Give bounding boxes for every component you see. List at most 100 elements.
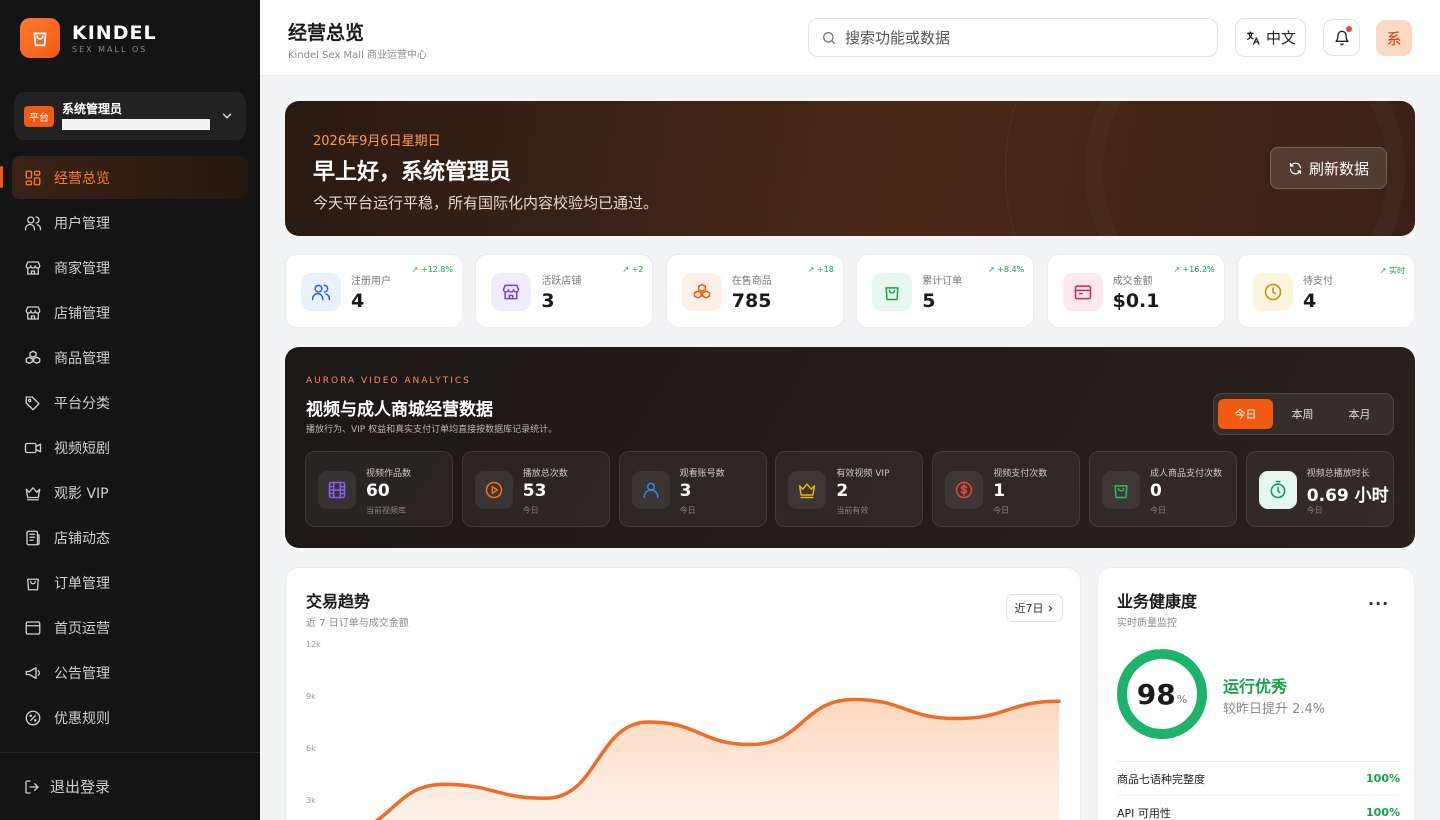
user-avatar[interactable]: 系 bbox=[1376, 20, 1412, 56]
account-switcher[interactable]: 平台 系统管理员 bbox=[14, 92, 246, 140]
sidebar-item-2[interactable]: 用户管理 bbox=[12, 201, 248, 244]
sidebar-item-label: 用户管理 bbox=[54, 215, 110, 232]
stat-value: 785 bbox=[731, 290, 772, 312]
shopping-bag-icon bbox=[885, 287, 899, 301]
video-metric-value: 3 bbox=[679, 481, 692, 501]
notifications-button[interactable] bbox=[1323, 19, 1360, 56]
top-bar: 经营总览 Kindel Sex Mall 商业运营中心 中文 系 bbox=[260, 0, 1440, 76]
account-name: 系统管理员 bbox=[62, 102, 123, 116]
video-metric-value: 0 bbox=[1150, 481, 1162, 501]
search-box[interactable] bbox=[808, 18, 1218, 57]
video-metric-card[interactable]: 视频作品数 60 当前视频库 bbox=[305, 451, 453, 527]
period-tab-3[interactable]: 本月 bbox=[1332, 399, 1387, 429]
video-metric-value: 0.69 小时 bbox=[1306, 486, 1389, 506]
sidebar-item-3[interactable]: 商家管理 bbox=[12, 246, 248, 289]
stat-card[interactable]: 活跃店铺 3 ↗ +2 bbox=[475, 254, 654, 328]
video-metric-icon-wrap bbox=[945, 471, 984, 509]
video-metric-card[interactable]: 观看账号数 3 今日 bbox=[618, 451, 767, 527]
sidebar-item-12[interactable]: 公告管理 bbox=[12, 651, 248, 694]
video-metric-card[interactable]: 视频总播放时长 0.69 小时 今日 bbox=[1245, 451, 1394, 527]
stat-value: 5 bbox=[922, 290, 936, 312]
stat-icon-wrap bbox=[681, 273, 722, 311]
sidebar-item-10[interactable]: 订单管理 bbox=[12, 561, 248, 604]
sidebar-item-9[interactable]: 店铺动态 bbox=[12, 516, 248, 559]
video-eyebrow: AURORA VIDEO ANALYTICS bbox=[306, 376, 471, 386]
video-metric-sub: 今日 bbox=[679, 506, 696, 515]
video-icon bbox=[24, 442, 42, 453]
video-metric-sub: 今日 bbox=[1150, 506, 1166, 515]
y-tick-label: 9k bbox=[306, 692, 316, 701]
video-metric-value: 2 bbox=[836, 481, 849, 501]
sidebar-item-label: 平台分类 bbox=[54, 395, 110, 412]
video-metric-card[interactable]: 视频支付次数 1 今日 bbox=[932, 451, 1081, 527]
stat-label: 累计订单 bbox=[922, 276, 963, 287]
stat-card[interactable]: 待支付 4 ↗ 实时 bbox=[1237, 254, 1415, 328]
video-metric-icon-wrap bbox=[1258, 471, 1297, 509]
sidebar-item-1[interactable]: 经营总览 bbox=[0, 156, 248, 199]
health-score: 98 % bbox=[1116, 648, 1208, 740]
shopping-bag-logo-icon bbox=[20, 18, 60, 58]
refresh-icon bbox=[1289, 162, 1302, 174]
video-metric-card[interactable]: 成人商品支付次数 0 今日 bbox=[1089, 451, 1237, 527]
page-subtitle: Kindel Sex Mall 商业运营中心 bbox=[288, 50, 428, 61]
language-label: 中文 bbox=[1265, 29, 1296, 47]
stat-card[interactable]: 累计订单 5 ↗ +8.4% bbox=[856, 254, 1035, 328]
sidebar-item-label: 首页运营 bbox=[54, 620, 110, 637]
crown-icon bbox=[25, 486, 41, 500]
video-metric-card[interactable]: 有效视频 VIP 2 当前有效 bbox=[775, 451, 924, 527]
trend-chart: 12k 9k 6k 3k bbox=[306, 640, 1061, 820]
refresh-label: 刷新数据 bbox=[1308, 159, 1369, 178]
stat-card[interactable]: 在售商品 785 ↗ +18 bbox=[665, 254, 844, 328]
sidebar-item-label: 经营总览 bbox=[54, 170, 110, 187]
video-metric-sub: 今日 bbox=[993, 506, 1010, 515]
video-metric-sub: 当前有效 bbox=[836, 506, 869, 515]
video-metric-icon-wrap bbox=[1102, 471, 1140, 509]
health-metric-value: 100% bbox=[1366, 806, 1400, 819]
health-metric-row: API 可用性 100% bbox=[1117, 795, 1400, 820]
stat-card[interactable]: 成交金额 $0.1 ↗ +16.2% bbox=[1046, 254, 1225, 328]
brand-sub: SEX MALL OS bbox=[72, 45, 148, 54]
role-badge: 平台 bbox=[24, 105, 54, 127]
sidebar-item-13[interactable]: 优惠规则 bbox=[12, 696, 248, 739]
sidebar-item-11[interactable]: 首页运营 bbox=[12, 606, 248, 649]
logout-button[interactable]: 退出登录 bbox=[0, 752, 260, 820]
hero-description: 今天平台运行平稳，所有国际化内容校验均已通过。 bbox=[313, 194, 659, 212]
sidebar-item-4[interactable]: 店铺管理 bbox=[12, 291, 248, 334]
percent-icon bbox=[25, 710, 41, 725]
stat-label: 待支付 bbox=[1303, 276, 1333, 287]
stat-trend: ↗ +2 bbox=[622, 265, 644, 274]
tags-icon bbox=[25, 395, 40, 410]
video-metric-label: 有效视频 VIP bbox=[836, 469, 890, 479]
more-icon[interactable]: ··· bbox=[1368, 594, 1389, 613]
stat-value: 4 bbox=[351, 290, 365, 312]
crown-icon bbox=[799, 483, 816, 499]
stat-value: 3 bbox=[541, 290, 555, 312]
sidebar-item-8[interactable]: 观影 VIP bbox=[12, 471, 248, 514]
refresh-data-button[interactable]: 刷新数据 bbox=[1270, 147, 1387, 189]
store-icon bbox=[503, 284, 520, 300]
brand-logo[interactable]: KINDEL SEX MALL OS bbox=[20, 18, 157, 58]
stat-icon-wrap bbox=[872, 273, 913, 311]
sidebar-item-label: 商品管理 bbox=[54, 350, 110, 367]
language-button[interactable]: 中文 bbox=[1235, 18, 1306, 57]
trend-subtitle: 近 7 日订单与成交金额 bbox=[306, 618, 409, 629]
video-metric-value: 60 bbox=[366, 481, 390, 501]
sidebar-item-label: 优惠规则 bbox=[54, 710, 110, 727]
video-metric-icon-wrap bbox=[474, 471, 513, 509]
sidebar-item-6[interactable]: 平台分类 bbox=[12, 381, 248, 424]
health-metric-row: 商品七语种完整度 100% bbox=[1117, 761, 1400, 795]
sidebar-item-7[interactable]: 视频短剧 bbox=[12, 426, 248, 469]
video-analytics-panel: AURORA VIDEO ANALYTICS 视频与成人商城经营数据 播放行为、… bbox=[285, 347, 1415, 548]
y-tick-label: 6k bbox=[306, 744, 316, 753]
dashboard-icon bbox=[25, 170, 41, 185]
video-metric-sub: 当前视频库 bbox=[366, 506, 406, 515]
search-input[interactable] bbox=[845, 28, 1185, 47]
range-selector[interactable]: 近7日 bbox=[1006, 594, 1063, 622]
sidebar-item-label: 商家管理 bbox=[54, 260, 110, 277]
stat-card[interactable]: 注册用户 4 ↗ +12.8% bbox=[285, 254, 463, 328]
period-tab-2[interactable]: 本周 bbox=[1275, 399, 1330, 429]
video-metric-card[interactable]: 播放总次数 53 今日 bbox=[461, 451, 610, 527]
period-tab-1[interactable]: 今日 bbox=[1218, 399, 1273, 429]
sidebar-item-5[interactable]: 商品管理 bbox=[12, 336, 248, 379]
health-title: 业务健康度 bbox=[1117, 592, 1198, 611]
